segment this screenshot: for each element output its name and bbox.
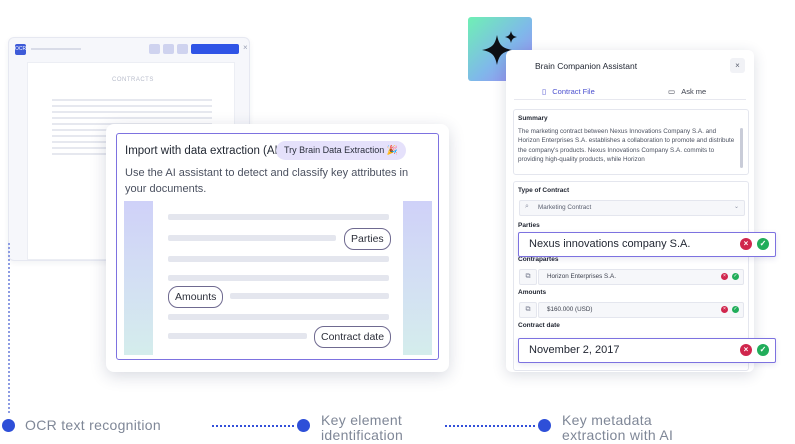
tab-label: Ask me [681, 87, 707, 96]
amounts-field[interactable]: $160.000 (USD) × ✓ [538, 302, 744, 318]
step-label-line: Key element [321, 412, 403, 428]
text-line [230, 293, 389, 299]
approve-icon[interactable]: ✓ [757, 344, 769, 356]
tab-ask-me[interactable]: ▭ Ask me [668, 87, 706, 96]
text-line [168, 214, 389, 220]
text-line [168, 235, 336, 241]
text-line [52, 105, 212, 107]
summary-box: Summary The marketing contract between N… [513, 109, 749, 175]
approve-icon[interactable]: ✓ [757, 238, 769, 250]
contrapartes-row: ⧉ Horizon Enterprises S.A. × ✓ [519, 269, 744, 285]
text-line [52, 111, 212, 113]
contract-date-highlight[interactable]: November 2, 2017 × ✓ [518, 338, 776, 363]
copy-icon[interactable]: ⧉ [519, 302, 537, 318]
step-dot-ocr [2, 419, 15, 432]
reject-icon[interactable]: × [740, 344, 752, 356]
panel-title: Brain Companion Assistant [535, 61, 638, 71]
search-icon: ⌕ [525, 203, 529, 210]
toolbar-button[interactable] [149, 44, 160, 54]
approve-icon[interactable]: ✓ [732, 273, 739, 280]
toolbar-button[interactable] [163, 44, 174, 54]
contract-date-label: Contract date [518, 322, 560, 329]
step-label-line: identification [321, 427, 404, 443]
approve-icon[interactable]: ✓ [732, 306, 739, 313]
amounts-tag[interactable]: Amounts [168, 286, 224, 308]
reject-icon[interactable]: × [740, 238, 752, 250]
close-button[interactable]: × [730, 58, 745, 73]
tab-divider [514, 99, 746, 100]
import-card: Import with data extraction (AI) Try Bra… [106, 124, 449, 372]
type-of-contract-value: Marketing Contract [538, 204, 592, 211]
text-line [52, 117, 212, 119]
text-line [168, 333, 307, 339]
parties-value: Nexus innovations company S.A. [529, 238, 691, 250]
contract-date-value: November 2, 2017 [529, 344, 620, 356]
step-connector [445, 425, 535, 427]
reject-icon[interactable]: × [721, 273, 728, 280]
text-line [168, 314, 389, 320]
step-connector [212, 425, 294, 427]
text-line [168, 275, 389, 281]
window-title-line [31, 48, 81, 50]
amounts-label: Amounts [518, 289, 547, 296]
amounts-row: ⧉ $160.000 (USD) × ✓ [519, 302, 744, 318]
step-label-line: extraction with AI [562, 427, 674, 443]
copy-icon[interactable]: ⧉ [519, 269, 537, 285]
step-label-line: Key metadata [562, 412, 652, 428]
primary-action-button[interactable] [191, 44, 239, 54]
amounts-value: $160.000 (USD) [547, 306, 593, 313]
parties-label: Parties [518, 222, 540, 229]
text-line [168, 256, 389, 262]
summary-label: Summary [518, 115, 548, 122]
toolbar-button[interactable] [177, 44, 188, 54]
tab-label: Contract File [552, 87, 595, 96]
chat-icon: ▭ [668, 87, 676, 96]
document-app-icon: OCR [15, 44, 26, 55]
reject-icon[interactable]: × [721, 306, 728, 313]
step-dot-key-element [297, 419, 310, 432]
document-icon: ▯ [542, 87, 547, 96]
summary-text: The marketing contract between Nexus Inn… [518, 128, 735, 164]
type-of-contract-label: Type of Contract [518, 187, 570, 194]
text-line [52, 99, 212, 101]
step-label-ocr: OCR text recognition [25, 417, 161, 433]
document-title: CONTRACTS [112, 77, 154, 83]
step-connector [8, 243, 10, 413]
contrapartes-field[interactable]: Horizon Enterprises S.A. × ✓ [538, 269, 744, 285]
document-edge-left [124, 201, 153, 355]
type-of-contract-select[interactable]: ⌕ Marketing Contract ⌄ [519, 200, 745, 216]
import-title: Import with data extraction (AI) [125, 145, 282, 157]
step-dot-metadata [538, 419, 551, 432]
step-label-key-element: Key element identification [321, 413, 403, 443]
parties-tag[interactable]: Parties [344, 228, 391, 250]
assistant-panel: Brain Companion Assistant × ▯ Contract F… [506, 50, 754, 372]
try-brain-extraction-button[interactable]: Try Brain Data Extraction 🎉 [276, 141, 406, 160]
tab-contract-file[interactable]: ▯ Contract File [542, 87, 595, 96]
summary-scrollbar[interactable] [740, 128, 743, 168]
contract-date-tag[interactable]: Contract date [314, 326, 392, 348]
contrapartes-label: Contrapartes [518, 256, 559, 263]
close-icon[interactable]: × [243, 43, 248, 52]
parties-highlight[interactable]: Nexus innovations company S.A. × ✓ [518, 232, 776, 257]
step-label-metadata: Key metadata extraction with AI [562, 413, 673, 443]
contrapartes-value: Horizon Enterprises S.A. [547, 273, 616, 280]
chevron-down-icon: ⌄ [734, 204, 740, 210]
document-edge-right [403, 201, 432, 355]
import-description: Use the AI assistant to detect and class… [125, 167, 409, 195]
